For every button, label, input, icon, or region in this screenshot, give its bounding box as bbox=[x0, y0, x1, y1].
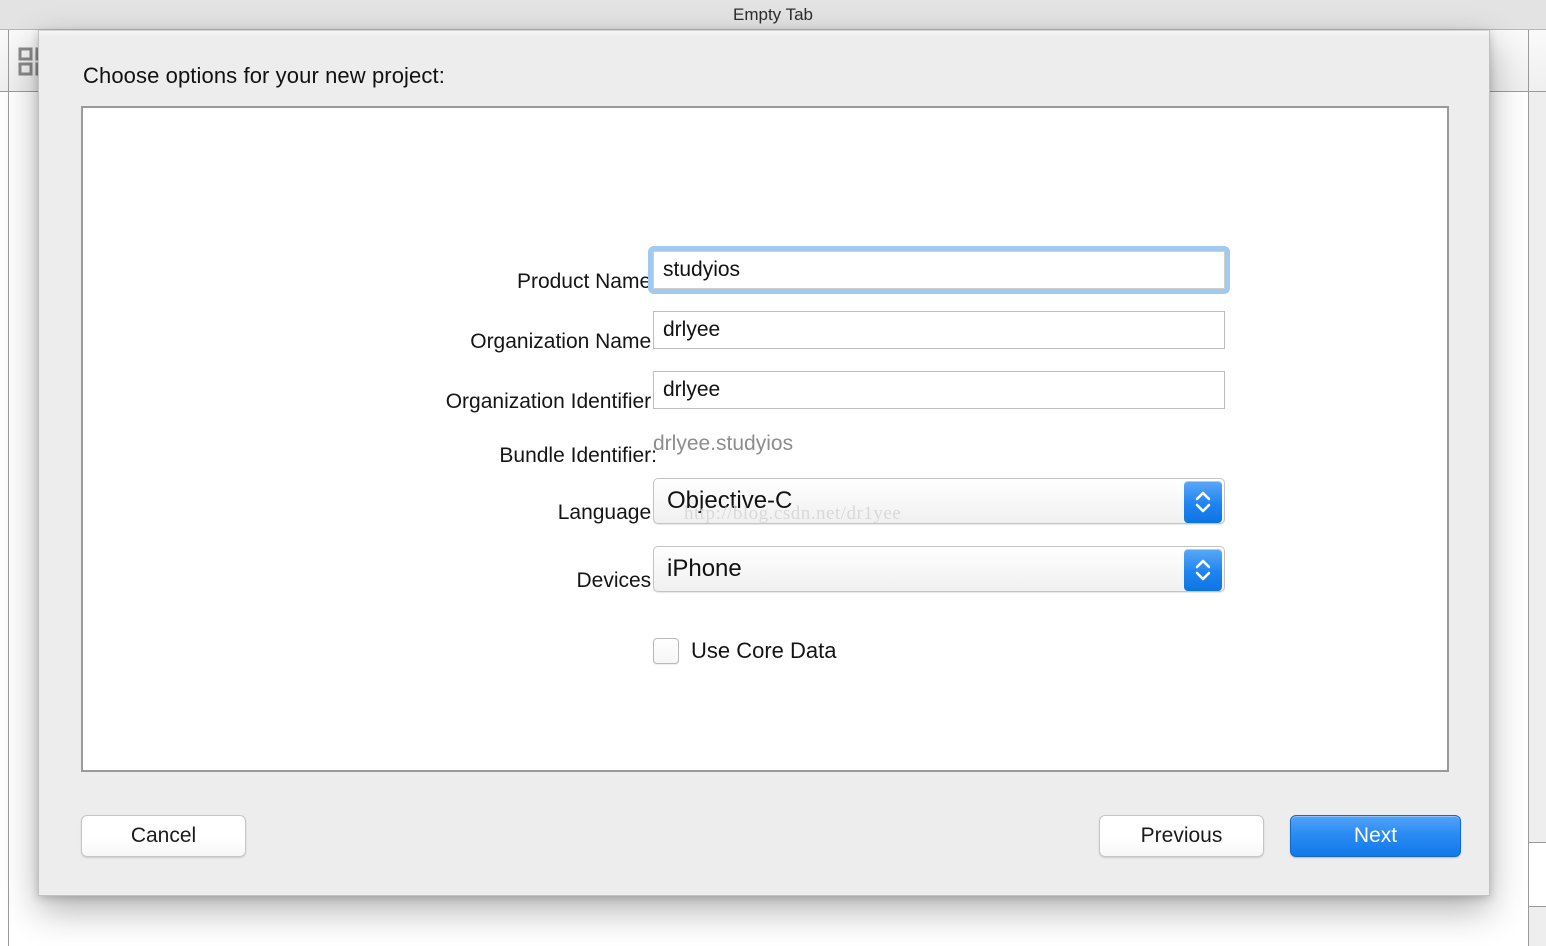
language-label: Language: bbox=[557, 501, 657, 524]
dialog-heading: Choose options for your new project: bbox=[83, 63, 445, 88]
organization-name-input[interactable] bbox=[653, 311, 1225, 349]
bundle-identifier-value: drlyee.studyios bbox=[653, 432, 794, 455]
organization-identifier-label: Organization Identifier: bbox=[445, 390, 657, 413]
devices-selected-value: iPhone bbox=[667, 555, 742, 582]
project-options-form: Product Name: Organization Name: bbox=[83, 108, 1447, 770]
inspector-separator-1 bbox=[1528, 842, 1546, 843]
new-project-options-dialog: Choose options for your new project: Pro… bbox=[38, 30, 1490, 896]
devices-label: Devices: bbox=[576, 569, 657, 592]
use-core-data-row[interactable]: Use Core Data bbox=[653, 638, 837, 664]
use-core-data-checkbox[interactable] bbox=[653, 638, 679, 664]
language-select[interactable]: Objective-C bbox=[653, 478, 1225, 524]
inspector-panel-bottom bbox=[1529, 907, 1546, 946]
product-name-label: Product Name: bbox=[516, 270, 657, 293]
product-name-focus-ring bbox=[648, 246, 1230, 294]
devices-select[interactable]: iPhone bbox=[653, 546, 1225, 592]
inspector-panel-top bbox=[1529, 92, 1546, 842]
bundle-identifier-label: Bundle Identifier: bbox=[499, 444, 657, 467]
devices-stepper-icon[interactable] bbox=[1184, 549, 1222, 591]
language-stepper-icon[interactable] bbox=[1184, 481, 1222, 523]
product-name-input[interactable] bbox=[653, 251, 1225, 289]
previous-button-label: Previous bbox=[1140, 824, 1223, 847]
tab-title: Empty Tab bbox=[732, 5, 813, 24]
cancel-button-label: Cancel bbox=[130, 824, 197, 847]
next-button[interactable]: Next bbox=[1290, 815, 1461, 857]
sidebar-edge bbox=[8, 30, 9, 946]
language-selected-value: Objective-C bbox=[667, 487, 793, 514]
next-button-label: Next bbox=[1353, 824, 1398, 847]
use-core-data-label: Use Core Data bbox=[691, 638, 837, 663]
previous-button[interactable]: Previous bbox=[1099, 815, 1264, 857]
screen: Empty Tab Choose options for your new pr… bbox=[0, 0, 1546, 946]
options-content-box: Product Name: Organization Name: bbox=[81, 106, 1449, 772]
organization-name-label: Organization Name: bbox=[470, 330, 657, 353]
sheet-grip bbox=[39, 31, 1489, 37]
cancel-button[interactable]: Cancel bbox=[81, 815, 246, 857]
organization-identifier-input[interactable] bbox=[653, 371, 1225, 409]
